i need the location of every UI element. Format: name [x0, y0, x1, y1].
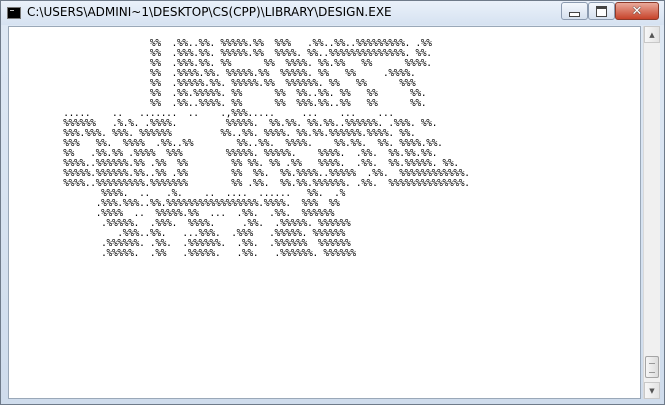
arrow-down-icon: ▼	[649, 386, 655, 395]
close-icon: ✕	[631, 3, 643, 19]
console-app-icon[interactable]	[7, 7, 21, 19]
vertical-scrollbar[interactable]: ▲ ▼	[643, 26, 660, 399]
minimize-button[interactable]	[561, 2, 588, 20]
scroll-thumb[interactable]	[645, 356, 659, 378]
window-title: C:\USERS\ADMINI~1\DESKTOP\CS(CPP)\LIBRAR…	[27, 5, 392, 19]
maximize-icon	[596, 5, 607, 17]
maximize-button[interactable]	[588, 2, 615, 20]
scroll-down-button[interactable]: ▼	[644, 382, 660, 399]
ascii-art-output: %% .%%..%%. %%%%%.%% %%% .%%..%%..%%%%%%…	[63, 38, 470, 259]
arrow-up-icon: ▲	[649, 30, 655, 39]
console-output-area[interactable]: %% .%%..%%. %%%%%.%% %%% .%%..%%..%%%%%%…	[8, 26, 641, 399]
minimize-icon	[569, 11, 580, 17]
scroll-up-button[interactable]: ▲	[644, 26, 660, 43]
close-button[interactable]: ✕	[615, 2, 659, 20]
title-bar[interactable]: C:\USERS\ADMINI~1\DESKTOP\CS(CPP)\LIBRAR…	[1, 1, 664, 25]
console-window: C:\USERS\ADMINI~1\DESKTOP\CS(CPP)\LIBRAR…	[0, 0, 665, 405]
